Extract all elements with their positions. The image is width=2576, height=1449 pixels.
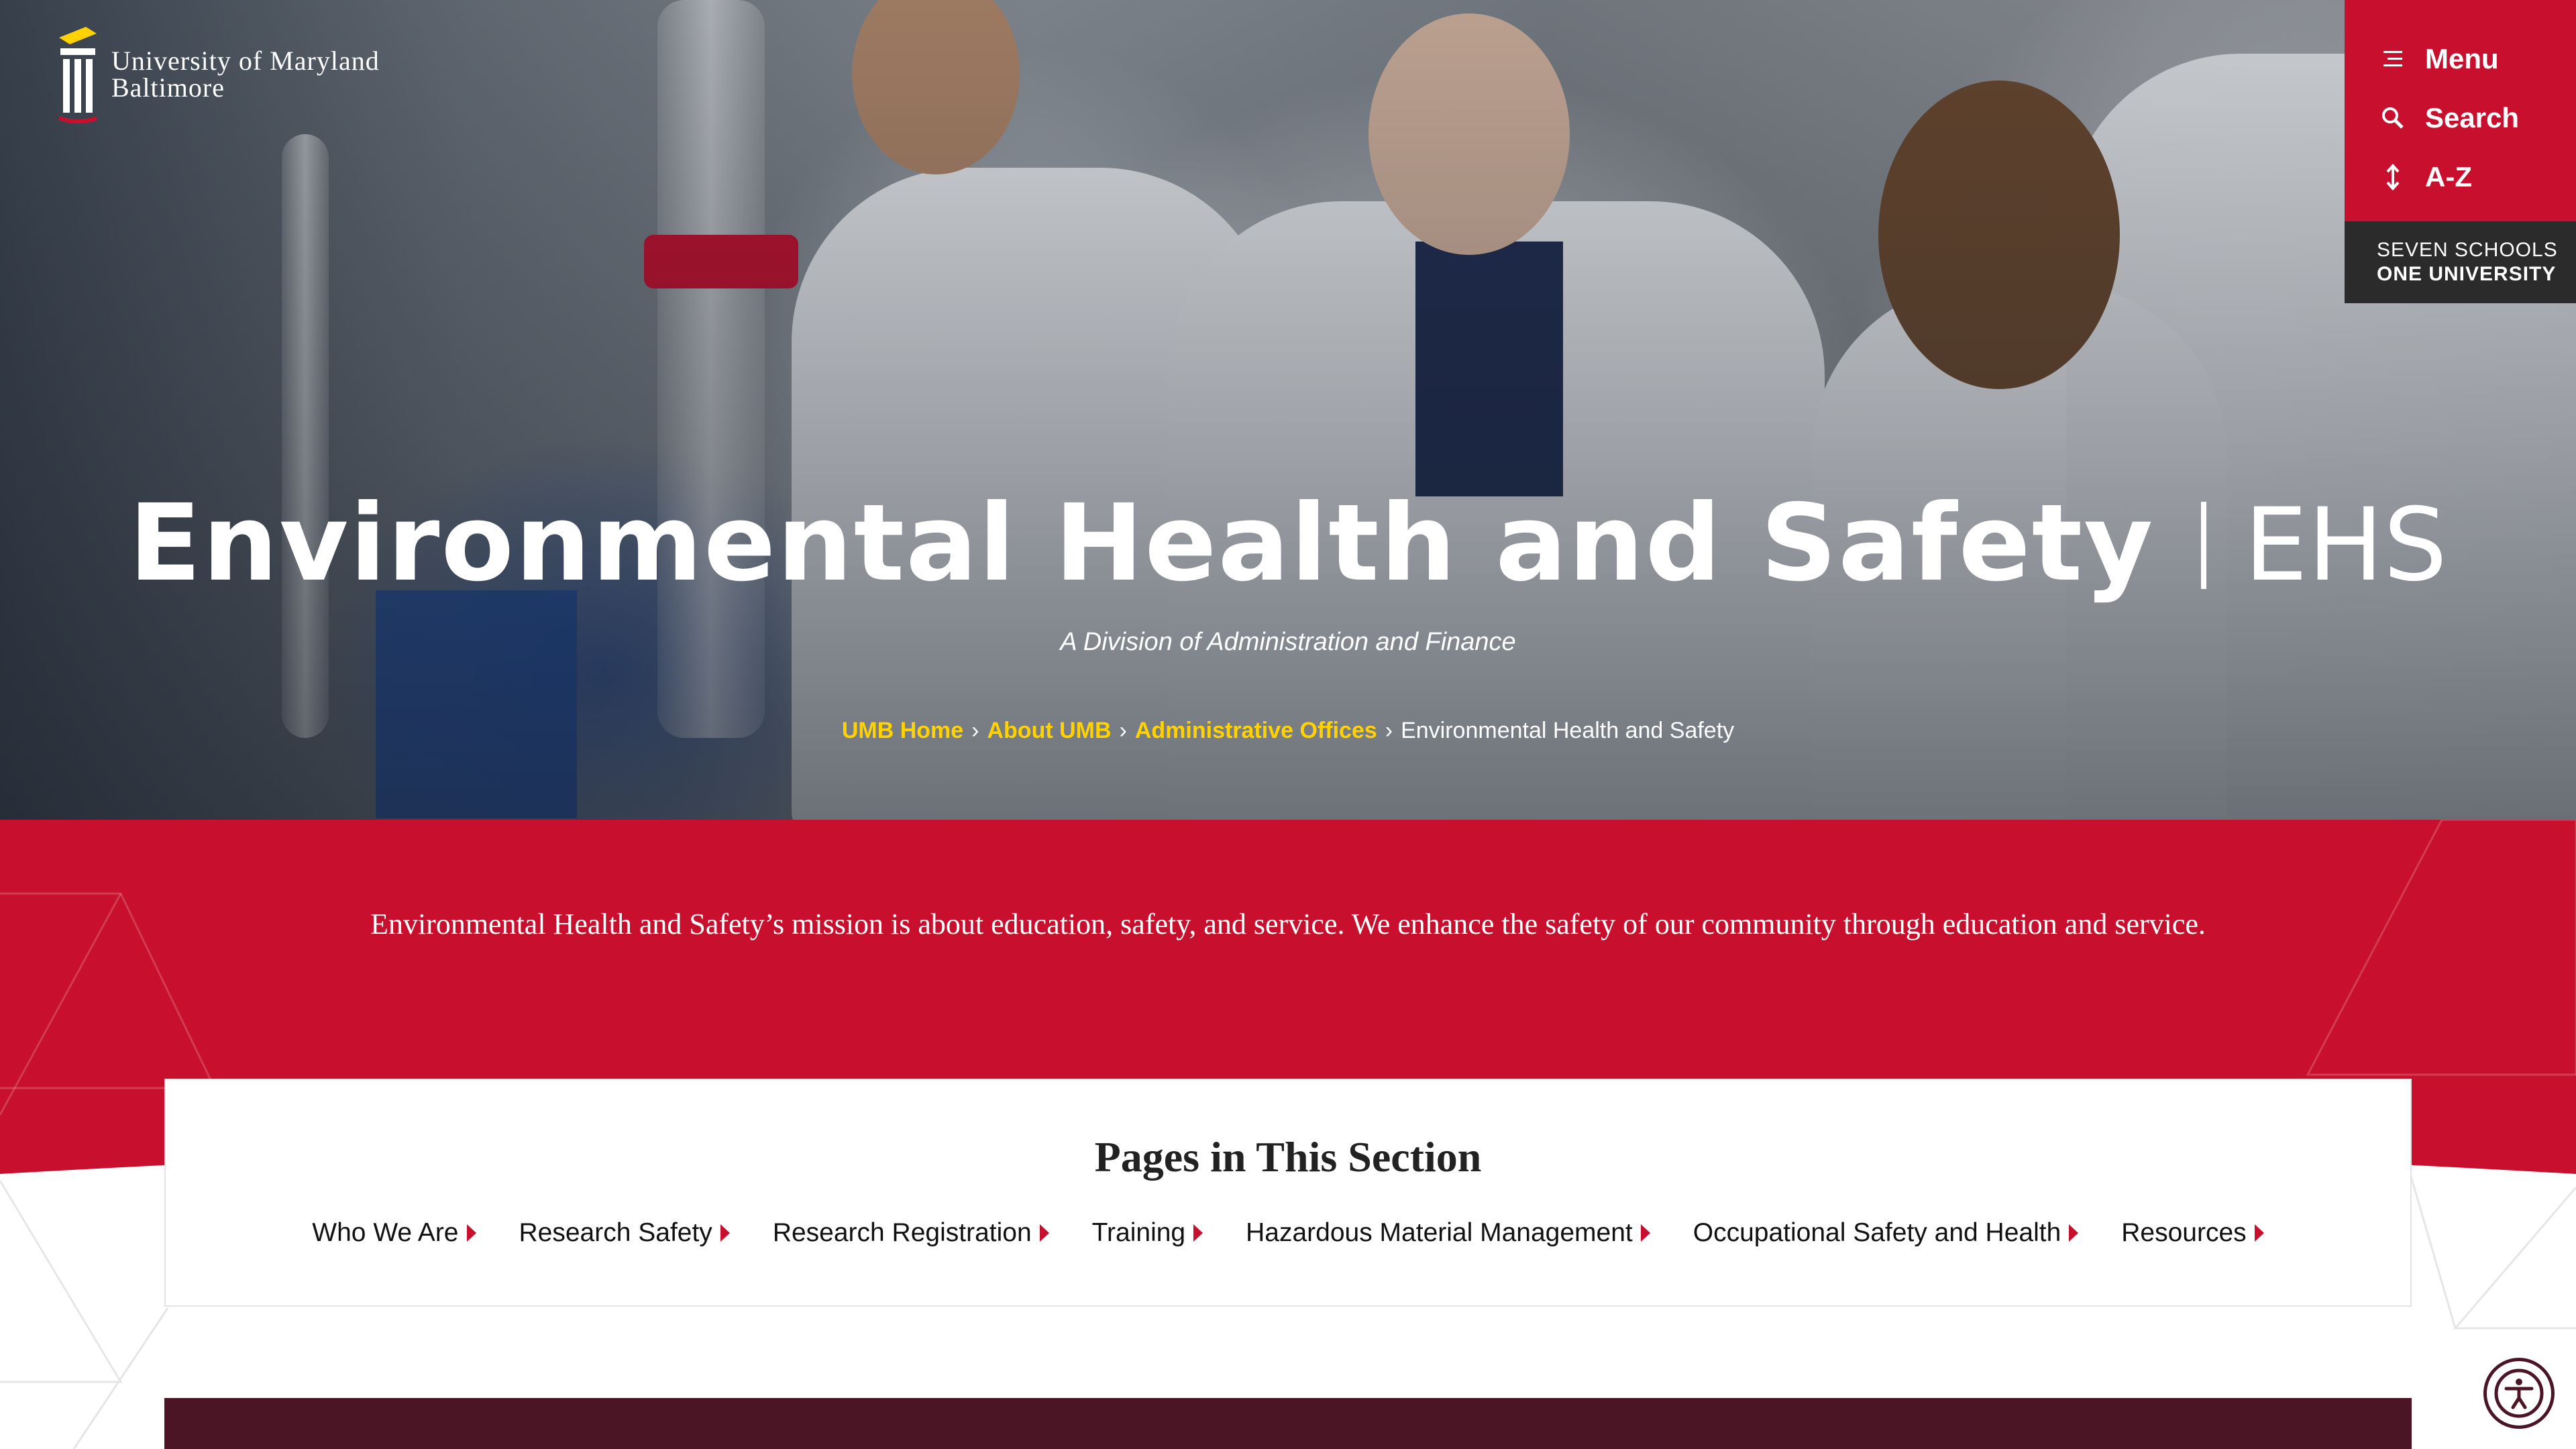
az-arrows-icon: [2386, 164, 2400, 191]
hero-banner: University of Maryland Baltimore Menu Se…: [0, 0, 2576, 820]
breadcrumb-umb-home[interactable]: UMB Home: [842, 718, 963, 743]
search-button[interactable]: Search: [2345, 89, 2576, 148]
search-label: Search: [2425, 102, 2520, 133]
section-link-hazardous-material-management[interactable]: Hazardous Material Management: [1246, 1218, 1650, 1248]
section-link-who-we-are[interactable]: Who We Are: [312, 1218, 476, 1248]
breadcrumb-current: Environmental Health and Safety: [1401, 718, 1735, 743]
caret-right-icon: [1640, 1224, 1650, 1242]
section-pages-card: Pages in This Section Who We Are Researc…: [164, 1079, 2412, 1307]
breadcrumb-separator: ›: [971, 718, 979, 743]
caret-right-icon: [466, 1224, 476, 1242]
az-index-button[interactable]: A-Z: [2345, 148, 2576, 207]
logo-line-2: Baltimore: [111, 72, 225, 103]
caret-right-icon: [720, 1224, 730, 1242]
tagline-line-2: ONE UNIVERSITY: [2377, 263, 2557, 285]
section-link-label: Who We Are: [312, 1218, 459, 1247]
umb-logo[interactable]: University of Maryland Baltimore: [56, 24, 380, 125]
umb-logo-text: University of Maryland Baltimore: [111, 48, 380, 101]
hero-overlay: [0, 0, 2576, 820]
caret-right-icon: [1039, 1224, 1049, 1242]
caret-right-icon: [1193, 1224, 1203, 1242]
menu-button[interactable]: Menu: [2345, 30, 2576, 89]
page-title: Environmental Health and Safety EHS: [0, 482, 2576, 605]
az-label: A-Z: [2425, 161, 2472, 193]
section-link-label: Training: [1091, 1218, 1186, 1247]
mission-statement: Environmental Health and Safety’s missio…: [370, 908, 2206, 941]
caret-right-icon: [2069, 1224, 2079, 1242]
accessibility-button[interactable]: [2483, 1358, 2555, 1429]
section-link-resources[interactable]: Resources: [2121, 1218, 2264, 1248]
section-link-label: Occupational Safety and Health: [1693, 1218, 2061, 1247]
breadcrumb-about-umb[interactable]: About UMB: [987, 718, 1111, 743]
menu-icon: [2383, 51, 2402, 66]
content-bar: [164, 1398, 2412, 1449]
caret-right-icon: [2254, 1224, 2264, 1242]
section-link-training[interactable]: Training: [1092, 1218, 1203, 1248]
logo-line-1: University of Maryland: [111, 46, 380, 76]
section-link-research-safety[interactable]: Research Safety: [519, 1218, 730, 1248]
section-pages-nav: Who We Are Research Safety Research Regi…: [166, 1218, 2410, 1248]
title-divider: [2201, 502, 2207, 589]
section-link-label: Research Registration: [772, 1218, 1032, 1247]
section-link-label: Resources: [2121, 1218, 2247, 1247]
utility-nav-links: Menu Search A-Z: [2345, 0, 2576, 221]
page-title-text: Environmental Health and Safety: [128, 482, 2155, 605]
page-title-abbreviation: EHS: [2244, 487, 2448, 604]
page-subtitle: A Division of Administration and Finance: [1060, 628, 1516, 656]
utility-nav: Menu Search A-Z SEVEN SCHOOLS ONE UNIVER…: [2345, 0, 2576, 303]
umb-logo-mark-icon: [58, 27, 98, 123]
section-link-research-registration[interactable]: Research Registration: [773, 1218, 1049, 1248]
breadcrumb-separator: ›: [1119, 718, 1127, 743]
breadcrumb-administrative-offices[interactable]: Administrative Offices: [1135, 718, 1377, 743]
breadcrumb: UMB Home › About UMB › Administrative Office…: [0, 718, 2576, 744]
section-link-label: Hazardous Material Management: [1246, 1218, 1633, 1247]
section-link-label: Research Safety: [519, 1218, 712, 1247]
search-icon: [2382, 107, 2404, 129]
section-link-occupational-safety-and-health[interactable]: Occupational Safety and Health: [1693, 1218, 2079, 1248]
section-pages-title: Pages in This Section: [1094, 1133, 1482, 1181]
accessibility-icon: [2494, 1368, 2544, 1418]
tagline-line-1: SEVEN SCHOOLS: [2377, 239, 2558, 261]
breadcrumb-separator: ›: [1385, 718, 1393, 743]
menu-label: Menu: [2425, 43, 2499, 74]
tagline-box: SEVEN SCHOOLS ONE UNIVERSITY: [2345, 221, 2576, 303]
